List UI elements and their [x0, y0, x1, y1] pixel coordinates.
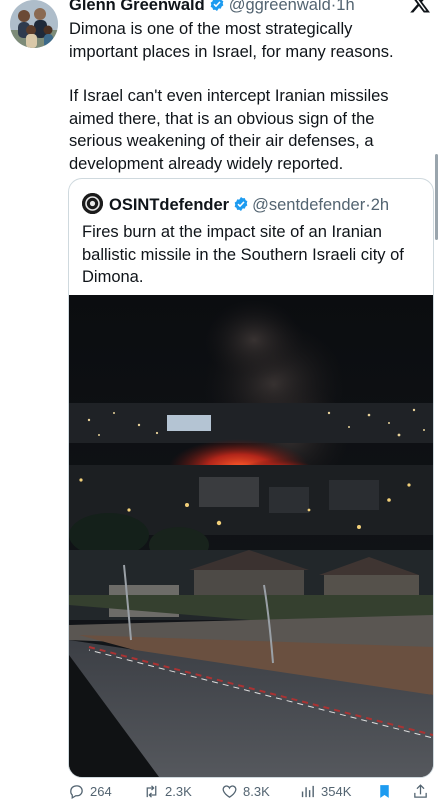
views-button[interactable]: 354K	[299, 782, 351, 800]
repost-icon	[146, 784, 157, 798]
quoted-author-avatar[interactable]	[82, 193, 103, 214]
scrollbar[interactable]	[435, 154, 438, 240]
quoted-tweet-card[interactable]: OSINTdefender @sentdefender·2h Fires burn…	[68, 178, 434, 778]
tweet-time[interactable]: 1h	[336, 0, 354, 14]
author-name[interactable]: Glenn Greenwald	[69, 0, 205, 14]
views-count: 354K	[321, 783, 352, 799]
quoted-author-name[interactable]: OSINTdefender	[109, 196, 229, 214]
quoted-tweet-text: Fires burn at the impact site of an Iran…	[82, 223, 404, 286]
quoted-author-handle[interactable]: @sentdefender	[252, 196, 365, 214]
tweet-action-bar: 264 2.3K 8.3K 354K	[0, 782, 442, 800]
quoted-tweet-time[interactable]: 2h	[371, 196, 389, 214]
tweet-body: Dimona is one of the most strategically …	[69, 18, 419, 175]
reply-button[interactable]: 264	[68, 782, 112, 800]
share-button[interactable]	[412, 782, 434, 800]
like-icon	[222, 784, 237, 798]
tweet-paragraph: Dimona is one of the most strategically …	[69, 20, 394, 61]
verified-badge-icon	[210, 0, 224, 11]
share-icon	[414, 783, 427, 798]
author-handle[interactable]: @ggreenwald	[229, 0, 331, 14]
quoted-author-line: OSINTdefender @sentdefender·2h	[82, 193, 389, 215]
verified-badge-icon	[234, 197, 248, 211]
like-button[interactable]: 8.3K	[221, 782, 270, 800]
author-avatar[interactable]	[10, 0, 58, 48]
like-count: 8.3K	[243, 783, 270, 799]
bookmark-button[interactable]	[376, 782, 398, 800]
tweet-paragraph: If Israel can't even intercept Iranian m…	[69, 87, 389, 173]
views-icon	[301, 785, 314, 797]
repost-count: 2.3K	[165, 783, 192, 799]
x-logo-icon	[410, 0, 430, 13]
repost-button[interactable]: 2.3K	[143, 782, 192, 800]
bookmark-icon	[380, 784, 389, 798]
impact-site-photo[interactable]	[69, 295, 433, 777]
reply-count: 264	[90, 783, 112, 799]
reply-icon	[70, 784, 83, 799]
tweet-author-line: Glenn Greenwald @ggreenwald·1h	[69, 0, 355, 15]
